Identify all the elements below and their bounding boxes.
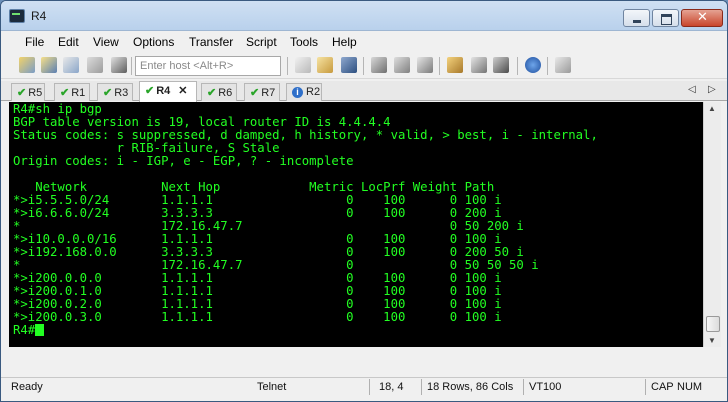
print-setup-icon[interactable] — [394, 57, 410, 73]
info-icon: i — [292, 87, 303, 98]
tab-label: R7 — [261, 87, 276, 99]
toolbar-separator — [517, 57, 518, 75]
menu-view[interactable]: View — [93, 35, 119, 49]
terminal-line: *>i200.0.3.0 1.1.1.1 0 100 0 100 i — [13, 310, 502, 324]
menu-bar: File Edit View Options Transfer Script T… — [1, 31, 727, 53]
reconnect-all-icon[interactable] — [87, 57, 103, 73]
close-button[interactable] — [681, 9, 723, 27]
tab-r3[interactable]: ✔ R3 — [97, 83, 133, 101]
status-separator — [421, 379, 422, 395]
menu-options[interactable]: Options — [133, 35, 174, 49]
maximize-button[interactable] — [652, 9, 679, 27]
status-separator — [523, 379, 524, 395]
status-separator — [369, 379, 370, 395]
session-tabs: ✔ R5 ✔ R1 ✔ R3 ✔ R4 ✕ ✔ R6 ✔ R7 i R2 ◁ ▷ — [1, 81, 727, 102]
help-icon[interactable] — [525, 57, 541, 73]
copy-icon[interactable] — [295, 57, 311, 73]
tab-r2[interactable]: i R2 — [286, 83, 322, 101]
tab-label: R5 — [28, 87, 43, 99]
toolbar-separator — [287, 57, 288, 75]
text-cursor — [35, 324, 45, 336]
connect-icon[interactable] — [19, 57, 35, 73]
tab-close-icon[interactable]: ✕ — [178, 85, 187, 97]
keymap-icon[interactable] — [493, 57, 509, 73]
quick-connect-icon[interactable] — [41, 57, 57, 73]
connected-check-icon: ✔ — [207, 87, 217, 99]
status-ready: Ready — [11, 381, 43, 393]
terminal-prompt: R4# — [13, 323, 36, 337]
menu-file[interactable]: File — [25, 35, 44, 49]
toolbar-separator — [131, 57, 132, 75]
title-bar[interactable]: R4 — [1, 1, 727, 31]
disconnect-icon[interactable] — [111, 57, 127, 73]
tab-r4[interactable]: ✔ R4 ✕ — [139, 81, 197, 102]
status-caps-lock: CAP — [651, 381, 674, 393]
paste-icon[interactable] — [317, 57, 333, 73]
status-cursor-position: 18, 4 — [379, 381, 404, 393]
reconnect-icon[interactable] — [63, 57, 79, 73]
connected-check-icon: ✔ — [145, 85, 155, 97]
print-screen-icon[interactable] — [417, 57, 433, 73]
status-separator — [645, 379, 646, 395]
status-emulation: VT100 — [529, 381, 562, 393]
connected-check-icon: ✔ — [17, 87, 27, 99]
menu-tools[interactable]: Tools — [290, 35, 318, 49]
scroll-up-icon[interactable]: ▲ — [708, 104, 716, 113]
terminal-app-icon — [9, 9, 25, 23]
tab-label: R1 — [71, 87, 86, 99]
toolbar-separator — [363, 57, 364, 75]
tab-next-icon[interactable]: ▷ — [708, 84, 716, 95]
host-input[interactable]: Enter host <Alt+R> — [135, 56, 281, 76]
tab-r5[interactable]: ✔ R5 — [11, 83, 45, 101]
scroll-down-icon[interactable]: ▼ — [708, 336, 716, 345]
status-bar: Ready Telnet 18, 4 18 Rows, 86 Cols VT10… — [1, 377, 727, 395]
app-window: R4 File Edit View Options Transfer Scrip… — [0, 0, 728, 402]
status-terminal-size: 18 Rows, 86 Cols — [427, 381, 514, 393]
global-options-icon[interactable] — [471, 57, 487, 73]
menu-transfer[interactable]: Transfer — [189, 35, 233, 49]
tab-label: R6 — [218, 87, 233, 99]
tab-label: R2 — [306, 86, 321, 98]
tab-r1[interactable]: ✔ R1 — [54, 83, 90, 101]
status-protocol: Telnet — [257, 381, 287, 393]
toolbar-separator — [439, 57, 440, 75]
menu-edit[interactable]: Edit — [58, 35, 79, 49]
status-num-lock: NUM — [677, 381, 703, 393]
connected-check-icon: ✔ — [60, 87, 70, 99]
keyboard-icon[interactable] — [555, 57, 571, 73]
find-icon[interactable] — [341, 57, 357, 73]
tab-label: R4 — [156, 85, 171, 97]
terminal-prompt-line: R4# — [13, 323, 45, 337]
connected-check-icon: ✔ — [250, 87, 260, 99]
tab-label: R3 — [114, 87, 129, 99]
tab-r6[interactable]: ✔ R6 — [201, 83, 237, 101]
tab-r7[interactable]: ✔ R7 — [244, 83, 280, 101]
print-icon[interactable] — [371, 57, 387, 73]
scrollbar-thumb[interactable] — [706, 316, 720, 332]
minimize-button[interactable] — [623, 9, 650, 27]
toolbar-separator — [547, 57, 548, 75]
toolbar: Enter host <Alt+R> — [1, 53, 727, 79]
window-title: R4 — [31, 9, 47, 23]
terminal-line: Origin codes: i - IGP, e - EGP, ? - inco… — [13, 154, 354, 168]
connected-check-icon: ✔ — [103, 87, 113, 99]
vertical-scrollbar[interactable]: ▲ ▼ — [703, 102, 721, 347]
menu-help[interactable]: Help — [332, 35, 357, 49]
tab-prev-icon[interactable]: ◁ — [688, 84, 696, 95]
menu-script[interactable]: Script — [246, 35, 277, 49]
terminal-output[interactable]: R4#sh ip bgp BGP table version is 19, lo… — [9, 102, 703, 347]
session-options-icon[interactable] — [447, 57, 463, 73]
